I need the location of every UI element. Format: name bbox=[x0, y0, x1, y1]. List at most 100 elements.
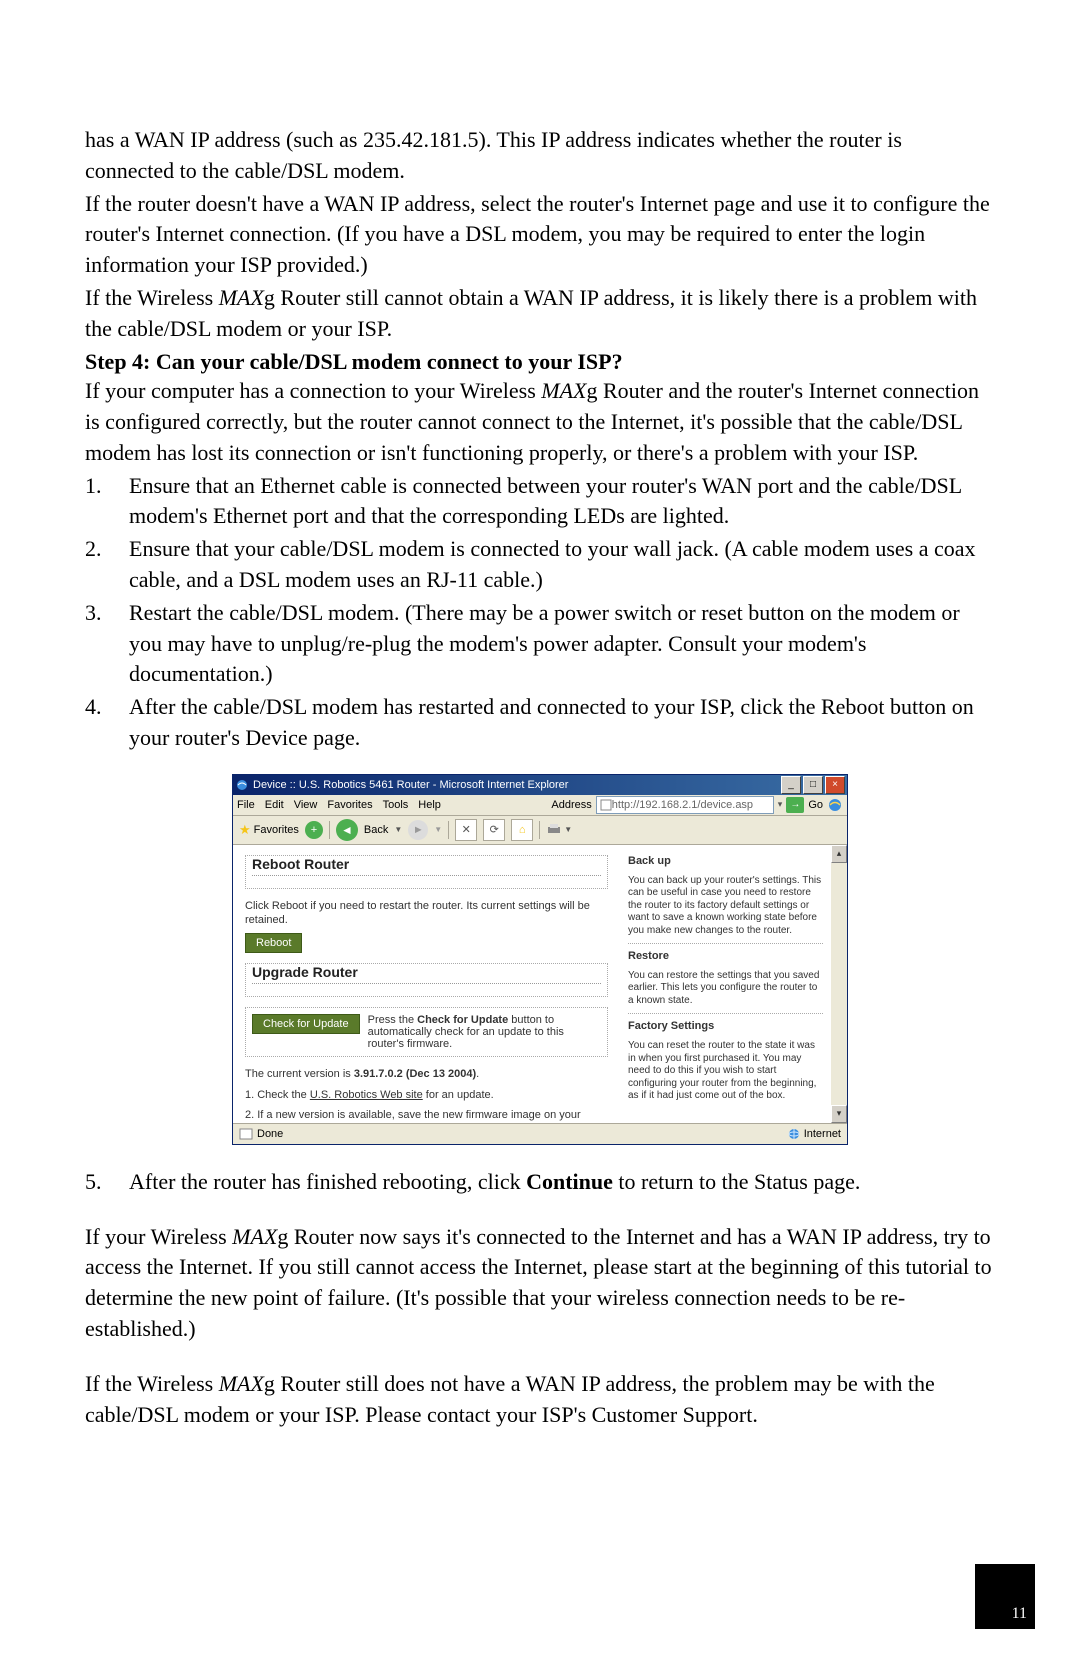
paragraph: If your Wireless MAXg Router now says it… bbox=[85, 1222, 995, 1345]
reboot-button[interactable]: Reboot bbox=[245, 933, 302, 953]
scroll-track[interactable] bbox=[831, 863, 847, 1105]
separator bbox=[539, 821, 540, 839]
ordered-list-continued: 5. After the router has finished rebooti… bbox=[85, 1167, 995, 1198]
menu-view[interactable]: View bbox=[294, 799, 318, 811]
section-title: Upgrade Router bbox=[252, 964, 601, 984]
list-number: 2. bbox=[85, 534, 129, 596]
back-button[interactable]: ◄ bbox=[336, 819, 358, 841]
paragraph: If the Wireless MAXg Router still does n… bbox=[85, 1369, 995, 1431]
document-page: has a WAN IP address (such as 235.42.181… bbox=[0, 0, 1080, 1669]
browser-content: Reboot Router Click Reboot if you need t… bbox=[233, 845, 847, 1123]
text: If the Wireless bbox=[85, 285, 219, 310]
scroll-up-button[interactable]: ▴ bbox=[831, 845, 847, 863]
side-text: You can back up your router's settings. … bbox=[628, 875, 823, 938]
text-italic: MAX bbox=[541, 378, 586, 403]
status-text: Done bbox=[257, 1128, 283, 1140]
upgrade-step-1: 1. Check the U.S. Robotics Web site for … bbox=[245, 1088, 608, 1102]
separator bbox=[448, 821, 449, 839]
list-text: Ensure that an Ethernet cable is connect… bbox=[129, 471, 995, 533]
list-number: 4. bbox=[85, 692, 129, 754]
maximize-button[interactable]: □ bbox=[803, 776, 823, 794]
menu-edit[interactable]: Edit bbox=[265, 799, 284, 811]
stop-button[interactable]: ✕ bbox=[455, 819, 477, 841]
favorites-label: Favorites bbox=[254, 824, 299, 836]
separator bbox=[628, 943, 823, 944]
ie-icon bbox=[235, 778, 249, 792]
address-input[interactable]: http://192.168.2.1/device.asp bbox=[596, 796, 774, 814]
step-heading: Step 4: Can your cable/DSL modem connect… bbox=[85, 347, 995, 377]
vertical-scrollbar[interactable]: ▴ ▾ bbox=[831, 845, 847, 1123]
text: If your computer has a connection to you… bbox=[85, 378, 541, 403]
menu-tools[interactable]: Tools bbox=[383, 799, 409, 811]
text: If the Wireless bbox=[85, 1371, 219, 1396]
side-heading-backup: Back up bbox=[628, 855, 823, 869]
paragraph: If the Wireless MAXg Router still cannot… bbox=[85, 283, 995, 345]
forward-button[interactable]: ► bbox=[408, 820, 428, 840]
ie-logo-icon bbox=[827, 797, 843, 813]
page-number-text: 11 bbox=[1012, 1605, 1027, 1623]
statusbar: Done Internet bbox=[233, 1123, 847, 1144]
address-bar: Address http://192.168.2.1/device.asp ▾ … bbox=[551, 796, 843, 814]
usr-website-link[interactable]: U.S. Robotics Web site bbox=[310, 1089, 423, 1101]
ie-window: Device :: U.S. Robotics 5461 Router - Mi… bbox=[232, 774, 848, 1145]
menu-file[interactable]: File bbox=[237, 799, 255, 811]
side-heading-factory: Factory Settings bbox=[628, 1020, 823, 1034]
list-text: Restart the cable/DSL modem. (There may … bbox=[129, 598, 995, 690]
text-italic: MAX bbox=[232, 1224, 277, 1249]
check-update-desc: Press the Check for Update button to aut… bbox=[368, 1014, 601, 1050]
address-label: Address bbox=[551, 799, 591, 811]
reboot-desc: Click Reboot if you need to restart the … bbox=[245, 899, 608, 928]
check-update-button[interactable]: Check for Update bbox=[252, 1014, 360, 1034]
text: If your Wireless bbox=[85, 1224, 232, 1249]
paragraph: If the router doesn't have a WAN IP addr… bbox=[85, 189, 995, 281]
print-button[interactable]: ▼ bbox=[546, 823, 572, 837]
page-icon bbox=[600, 799, 612, 811]
separator bbox=[628, 1013, 823, 1014]
globe-icon bbox=[788, 1128, 800, 1140]
list-item: 2. Ensure that your cable/DSL modem is c… bbox=[85, 534, 995, 596]
list-item: 3. Restart the cable/DSL modem. (There m… bbox=[85, 598, 995, 690]
favorites-button[interactable]: ★ Favorites bbox=[239, 822, 299, 838]
list-item: 4. After the cable/DSL modem has restart… bbox=[85, 692, 995, 754]
back-label: Back bbox=[364, 824, 388, 836]
paragraph: has a WAN IP address (such as 235.42.181… bbox=[85, 125, 995, 187]
refresh-button[interactable]: ⟳ bbox=[483, 819, 505, 841]
home-button[interactable]: ⌂ bbox=[511, 819, 533, 841]
side-panel: Back up You can back up your router's se… bbox=[620, 845, 831, 1123]
list-number: 3. bbox=[85, 598, 129, 690]
go-button[interactable]: → bbox=[786, 797, 804, 813]
close-button[interactable]: × bbox=[825, 776, 845, 794]
list-item: 1. Ensure that an Ethernet cable is conn… bbox=[85, 471, 995, 533]
upgrade-step-2: 2. If a new version is available, save t… bbox=[245, 1108, 608, 1123]
window-controls: _ □ × bbox=[781, 776, 845, 794]
text-italic: MAX bbox=[219, 285, 264, 310]
window-title: Device :: U.S. Robotics 5461 Router - Mi… bbox=[253, 779, 781, 791]
menu-favorites[interactable]: Favorites bbox=[327, 799, 372, 811]
paragraph: If your computer has a connection to you… bbox=[85, 376, 995, 468]
list-item: 5. After the router has finished rebooti… bbox=[85, 1167, 995, 1198]
menubar: File Edit View Favorites Tools Help Addr… bbox=[233, 795, 847, 816]
list-number: 1. bbox=[85, 471, 129, 533]
side-text: You can restore the settings that you sa… bbox=[628, 970, 823, 1008]
star-icon: ★ bbox=[239, 822, 251, 838]
firmware-version: The current version is 3.91.7.0.2 (Dec 1… bbox=[245, 1067, 608, 1081]
text-italic: MAX bbox=[219, 1371, 264, 1396]
list-text: After the router has finished rebooting,… bbox=[129, 1167, 995, 1198]
section-title: Reboot Router bbox=[252, 856, 601, 876]
separator bbox=[329, 821, 330, 839]
scroll-down-button[interactable]: ▾ bbox=[831, 1105, 847, 1123]
list-text: Ensure that your cable/DSL modem is conn… bbox=[129, 534, 995, 596]
menu-help[interactable]: Help bbox=[418, 799, 441, 811]
zone-text: Internet bbox=[804, 1128, 841, 1140]
main-panel: Reboot Router Click Reboot if you need t… bbox=[233, 845, 620, 1123]
side-heading-restore: Restore bbox=[628, 950, 823, 964]
minimize-button[interactable]: _ bbox=[781, 776, 801, 794]
go-label: Go bbox=[808, 799, 823, 811]
embedded-screenshot: Device :: U.S. Robotics 5461 Router - Mi… bbox=[85, 774, 995, 1145]
list-number: 5. bbox=[85, 1167, 129, 1198]
add-favorite-icon[interactable]: + bbox=[305, 821, 323, 839]
titlebar: Device :: U.S. Robotics 5461 Router - Mi… bbox=[233, 775, 847, 795]
list-text: After the cable/DSL modem has restarted … bbox=[129, 692, 995, 754]
toolbar: ★ Favorites + ◄ Back ▼ ► ▼ ✕ ⟳ ⌂ ▼ bbox=[233, 816, 847, 845]
ordered-list: 1. Ensure that an Ethernet cable is conn… bbox=[85, 471, 995, 754]
